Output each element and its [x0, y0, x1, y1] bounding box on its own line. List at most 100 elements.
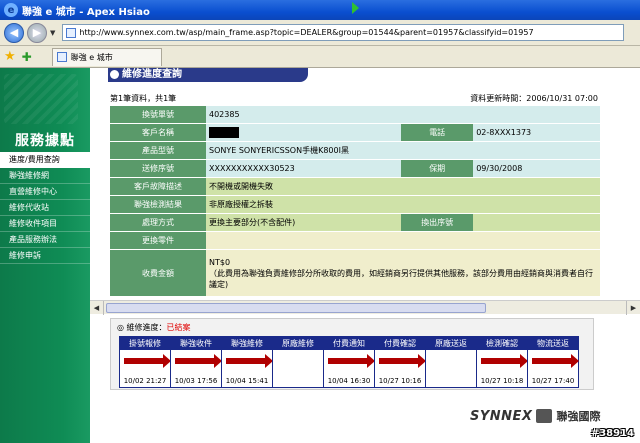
- history-dropdown-icon[interactable]: ▼: [50, 29, 55, 37]
- main-content: 維修進度查詢 第1筆資料，共1筆 資料更新時間：2006/10/31 07:00…: [90, 68, 640, 443]
- parts-label: 更換零件: [110, 232, 206, 249]
- update-time: 資料更新時間：2006/10/31 07:00: [470, 94, 598, 103]
- fee-amount: NT$0: [209, 257, 231, 267]
- step-label: 聯強維修: [222, 337, 272, 350]
- step-date: 10/04 16:30: [327, 377, 371, 385]
- url-text: http://www.synnex.com.tw/asp/main_frame.…: [79, 28, 534, 37]
- sidebar-item-progress-fee[interactable]: 進度/費用查詢: [0, 152, 90, 168]
- serial-label: 送修序號: [110, 160, 206, 177]
- sidebar-item-service-center[interactable]: 直營維修中心: [0, 184, 90, 200]
- step-date: 10/27 17:40: [531, 377, 575, 385]
- browser-tab[interactable]: 聯強 e 城市: [51, 47, 162, 66]
- favorites-star-icon[interactable]: ★: [4, 49, 16, 64]
- result-label: 聯強檢測結果: [110, 196, 206, 213]
- warranty-value: 09/30/2008: [473, 160, 600, 177]
- progress-title: ◎ 維修進度：已結案: [117, 322, 191, 333]
- sidebar-item-repair-network[interactable]: 聯強維修網: [0, 168, 90, 184]
- progress-step: 物流送返 10/27 17:40: [527, 336, 579, 388]
- result-value: 非原廠授權之拆裝: [206, 196, 600, 213]
- progress-step: 原廠送返: [425, 336, 477, 388]
- fee-label: 收費金額: [110, 250, 206, 296]
- progress-step: 檢測確認 10/27 10:18: [476, 336, 528, 388]
- url-input[interactable]: http://www.synnex.com.tw/asp/main_frame.…: [62, 24, 625, 41]
- model-value: SONYE SONYERICSSON手機K800I黑: [206, 142, 600, 159]
- swap-serial-value: [473, 214, 600, 231]
- table-row: 產品型號 SONYE SONYERICSSON手機K800I黑: [110, 142, 600, 159]
- fee-note: （此費用為聯強負責維修部分所收取的費用，如經銷商另行提供其他服務，該部分費用由經…: [209, 268, 593, 289]
- table-row: 聯強檢測結果 非原廠授權之拆裝: [110, 196, 600, 213]
- scroll-left-icon[interactable]: ◀: [90, 301, 104, 315]
- step-label: 掛號報修: [120, 337, 170, 350]
- sidebar: 服務據點 進度/費用查詢 聯強維修網 直營維修中心 維修代收站 維修收件項目 產…: [0, 68, 90, 443]
- step-label: 聯強收件: [171, 337, 221, 350]
- brand-name-cn: 聯強國際: [556, 410, 601, 423]
- receipt-no-value: 402385: [206, 106, 600, 123]
- method-value: 更換主要部分(不含配件): [206, 214, 402, 231]
- sidebar-menu: 進度/費用查詢 聯強維修網 直營維修中心 維修代收站 維修收件項目 產品服務辦法…: [0, 152, 90, 264]
- arrow-icon: [379, 354, 426, 368]
- repair-info-table: 換號單號 402385 客戶名稱 電話 02-8XXX1373 產品型號 SON…: [110, 105, 600, 297]
- swap-serial-label: 換出序號: [401, 214, 474, 231]
- method-label: 處理方式: [110, 214, 206, 231]
- table-row: 客戶名稱 電話 02-8XXX1373: [110, 124, 600, 141]
- scroll-right-icon[interactable]: ▶: [626, 301, 640, 315]
- window-titlebar: e 聯強 e 城市 - Apex Hsiao: [0, 0, 640, 20]
- step-date: 10/27 10:18: [480, 377, 524, 385]
- window-title: 聯強 e 城市 - Apex Hsiao: [22, 6, 150, 18]
- step-label: 原廠送返: [426, 337, 476, 350]
- step-label: 原廠維修: [273, 337, 323, 350]
- tab-label: 聯強 e 城市: [70, 52, 113, 62]
- redacted-block: [209, 127, 239, 138]
- step-date: 10/27 10:16: [378, 377, 422, 385]
- progress-label: ◎ 維修進度：: [117, 323, 167, 332]
- symptom-value: 不開機或開機失敗: [206, 178, 600, 195]
- sidebar-decoration: [4, 74, 78, 124]
- tab-page-icon: [56, 52, 67, 62]
- address-bar: ◀ ▶ ▼ http://www.synnex.com.tw/asp/main_…: [0, 20, 640, 46]
- sidebar-title: 服務據點: [15, 133, 75, 149]
- ie-logo-icon: e: [4, 3, 18, 17]
- table-row: 換號單號 402385: [110, 106, 600, 123]
- page-icon: [66, 27, 77, 38]
- add-favorite-icon[interactable]: ✚: [22, 50, 32, 64]
- table-row: 更換零件: [110, 232, 600, 249]
- fee-value: NT$0 （此費用為聯強負責維修部分所收取的費用，如經銷商另行提供其他服務，該部…: [206, 250, 600, 296]
- synnex-mark-icon: [536, 409, 553, 423]
- progress-status: 已結案: [166, 323, 191, 332]
- arrow-icon: [532, 354, 579, 368]
- table-row: 客戶故障描述 不開機或開機失敗: [110, 178, 600, 195]
- model-label: 產品型號: [110, 142, 206, 159]
- progress-step: 掛號報修 10/02 21:27: [119, 336, 171, 388]
- sidebar-item-collection-station[interactable]: 維修代收站: [0, 200, 90, 216]
- phone-value: 02-8XXX1373: [473, 124, 600, 141]
- table-row: 送修序號 XXXXXXXXXXX30523 保期 09/30/2008: [110, 160, 600, 177]
- progress-step: 聯強收件 10/03 17:56: [170, 336, 222, 388]
- arrow-icon: [481, 354, 528, 368]
- table-row: 收費金額 NT$0 （此費用為聯強負責維修部分所收取的費用，如經銷商另行提供其他…: [110, 250, 600, 296]
- brand-name: SYNNEX: [470, 408, 533, 424]
- customer-value: [206, 124, 402, 141]
- progress-steps: 掛號報修 10/02 21:27 聯強收件 10/03 17:56 聯強維修 10/0…: [119, 336, 579, 388]
- warranty-label: 保期: [401, 160, 474, 177]
- arrow-icon: [226, 354, 273, 368]
- synnex-logo: SYNNEX 聯強國際: [470, 408, 600, 424]
- step-label: 物流送返: [528, 337, 578, 350]
- record-count: 第1筆資料，共1筆: [110, 94, 177, 103]
- phone-label: 電話: [401, 124, 474, 141]
- progress-step: 原廠維修: [272, 336, 324, 388]
- progress-step: 聯強維修 10/04 15:41: [221, 336, 273, 388]
- sidebar-item-repair-items[interactable]: 維修收件項目: [0, 216, 90, 232]
- progress-step: 付費通知 10/04 16:30: [323, 336, 375, 388]
- symptom-label: 客戶故障描述: [110, 178, 206, 195]
- progress-step: 付費確認 10/27 10:16: [374, 336, 426, 388]
- forward-button[interactable]: ▶: [27, 22, 47, 43]
- horizontal-scrollbar[interactable]: ◀ ▶: [90, 300, 640, 315]
- arrow-icon: [328, 354, 375, 368]
- receipt-no-label: 換號單號: [110, 106, 206, 123]
- step-date: 10/03 17:56: [174, 377, 218, 385]
- scroll-thumb[interactable]: [106, 303, 486, 313]
- back-button[interactable]: ◀: [4, 22, 24, 43]
- table-row: 處理方式 更換主要部分(不含配件) 換出序號: [110, 214, 600, 231]
- sidebar-item-service-policy[interactable]: 產品服務辦法: [0, 232, 90, 248]
- sidebar-item-complaint[interactable]: 維修申訴: [0, 248, 90, 264]
